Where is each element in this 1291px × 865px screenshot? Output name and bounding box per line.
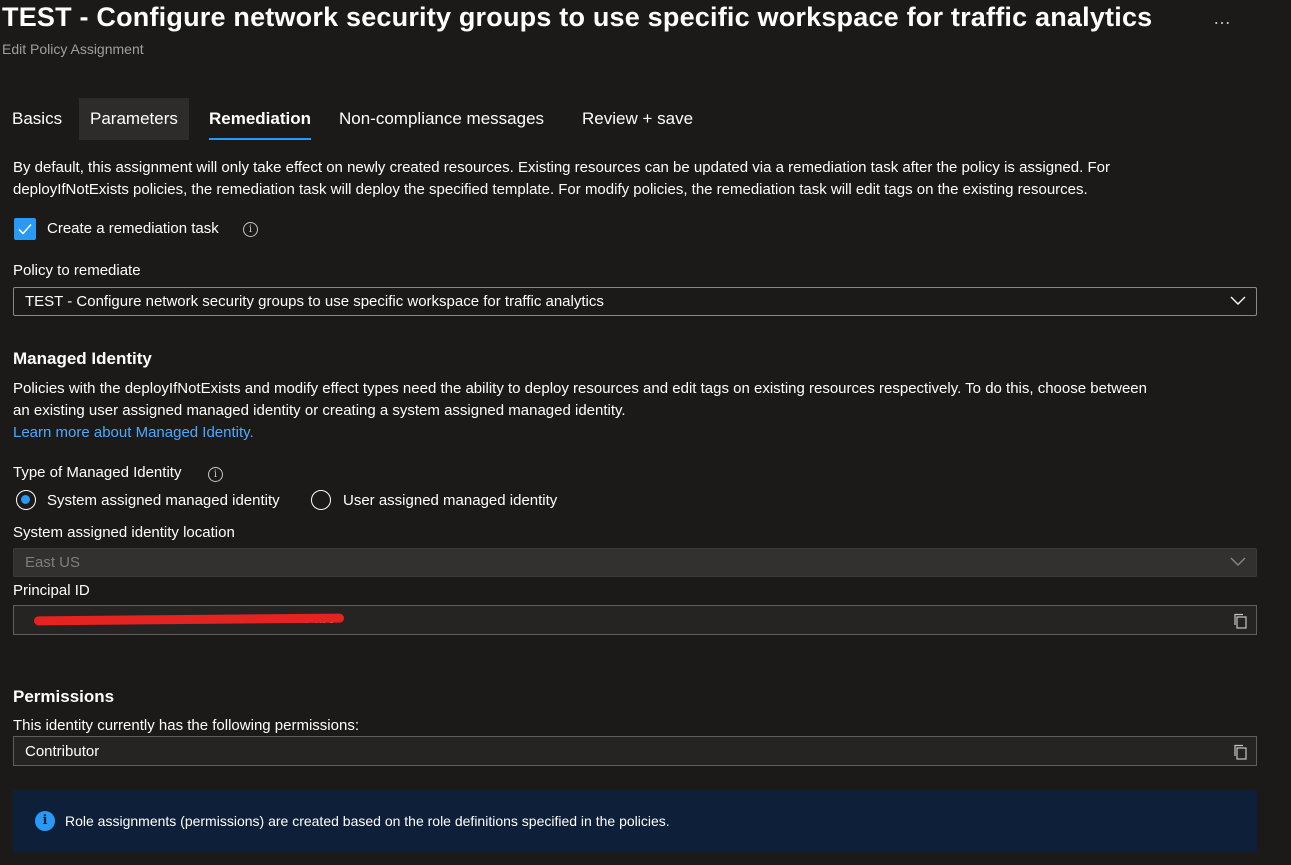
chevron-down-icon <box>1230 296 1246 305</box>
edit-policy-assignment-page: TEST - Configure network security groups… <box>0 0 1291 865</box>
managed-identity-description: Policies with the deployIfNotExists and … <box>13 378 1273 444</box>
remediation-description-line1: By default, this assignment will only ta… <box>13 159 1110 176</box>
copy-icon[interactable] <box>1233 744 1247 760</box>
managed-identity-description-line2: an existing user assigned managed identi… <box>13 402 626 419</box>
managed-identity-heading: Managed Identity <box>13 349 152 368</box>
tab-remediation[interactable]: Remediation <box>209 98 312 140</box>
identity-location-label: System assigned identity location <box>13 524 235 541</box>
learn-more-managed-identity-link[interactable]: Learn more about Managed Identity. <box>13 422 1273 444</box>
info-banner: i Role assignments (permissions) are cre… <box>13 790 1257 852</box>
identity-location-value: East US <box>25 554 81 571</box>
info-icon[interactable]: i <box>208 467 223 482</box>
chevron-down-icon <box>1230 557 1246 566</box>
remediation-description-line2: deployIfNotExists policies, the remediat… <box>13 181 1088 198</box>
info-icon[interactable]: i <box>243 222 258 237</box>
create-remediation-task-label: Create a remediation task <box>47 220 219 237</box>
principal-id-label: Principal ID <box>13 582 90 599</box>
user-assigned-radio[interactable] <box>311 490 331 510</box>
permissions-value: Contributor <box>25 743 100 760</box>
page-subtitle: Edit Policy Assignment <box>2 41 144 57</box>
managed-identity-description-line1: Policies with the deployIfNotExists and … <box>13 380 1147 397</box>
more-options-icon[interactable]: … <box>1213 8 1232 29</box>
user-assigned-label: User assigned managed identity <box>343 492 558 509</box>
permissions-description: This identity currently has the followin… <box>13 717 359 734</box>
type-of-managed-identity-label: Type of Managed Identity <box>13 464 182 481</box>
info-banner-text: Role assignments (permissions) are creat… <box>65 813 670 829</box>
system-assigned-label: System assigned managed identity <box>47 492 280 509</box>
policy-to-remediate-dropdown[interactable]: TEST - Configure network security groups… <box>13 287 1257 316</box>
copy-icon[interactable] <box>1233 613 1247 629</box>
policy-to-remediate-value: TEST - Configure network security groups… <box>25 293 604 310</box>
tab-review-save[interactable]: Review + save <box>582 98 693 140</box>
tab-basics[interactable]: Basics <box>0 98 74 140</box>
permissions-heading: Permissions <box>13 687 115 706</box>
info-icon: i <box>35 811 55 831</box>
identity-location-dropdown: East US <box>13 548 1257 577</box>
permissions-field: Contributor <box>13 736 1257 766</box>
system-assigned-radio[interactable] <box>16 490 36 510</box>
checkmark-icon <box>18 223 32 235</box>
principal-id-field: 8ca4-9e3e7b9b84b0 <box>13 605 1257 635</box>
policy-to-remediate-label: Policy to remediate <box>13 262 141 279</box>
remediation-description: By default, this assignment will only ta… <box>13 157 1273 201</box>
tab-non-compliance-messages[interactable]: Non-compliance messages <box>339 98 544 140</box>
create-remediation-task-checkbox[interactable] <box>14 218 36 240</box>
tab-parameters[interactable]: Parameters <box>79 98 189 140</box>
page-title: TEST - Configure network security groups… <box>2 2 1153 32</box>
